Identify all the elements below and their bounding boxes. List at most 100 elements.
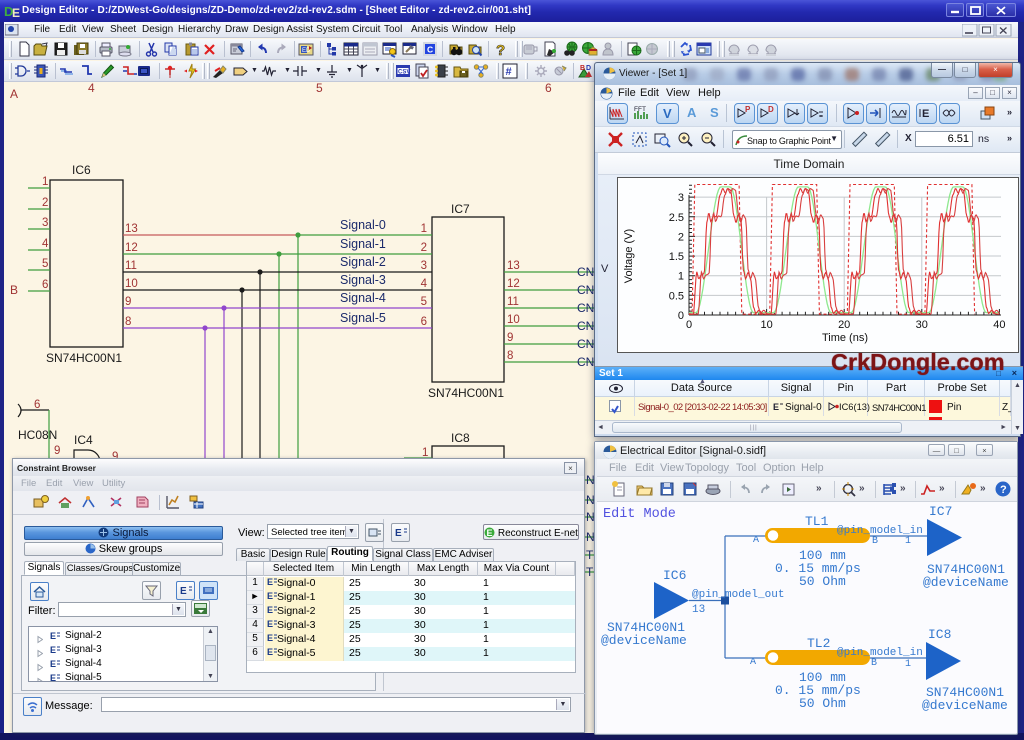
svg-text:5: 5 — [316, 82, 323, 95]
svg-text:3: 3 — [42, 217, 48, 229]
svg-text:0.5: 0.5 — [669, 290, 684, 302]
svg-text:D: D — [768, 105, 774, 114]
svg-text:T: T — [586, 548, 594, 562]
svg-text:B: B — [10, 283, 18, 297]
svg-text:@deviceName: @deviceName — [601, 633, 687, 648]
svg-text:20: 20 — [838, 319, 850, 331]
svg-text:TL2: TL2 — [807, 636, 830, 651]
svg-text:3: 3 — [421, 260, 427, 272]
svg-text:6: 6 — [34, 399, 40, 411]
svg-text:10: 10 — [760, 319, 772, 331]
svg-text:B: B — [871, 658, 877, 669]
svg-text:1: 1 — [42, 176, 48, 188]
svg-text:CSV: CSV — [398, 70, 410, 76]
svg-text:11: 11 — [125, 260, 137, 272]
svg-text:E: E — [50, 631, 56, 641]
svg-text:12: 12 — [125, 242, 138, 254]
svg-text:IC6: IC6 — [72, 163, 91, 177]
svg-text:6: 6 — [545, 82, 552, 95]
svg-text:E: E — [50, 659, 56, 669]
svg-text:IC7: IC7 — [451, 202, 470, 216]
svg-text:Voltage (V): Voltage (V) — [623, 229, 635, 283]
svg-text:D: D — [586, 65, 591, 72]
svg-text:E: E — [922, 108, 929, 120]
svg-text:?: ? — [496, 42, 505, 58]
svg-text:5: 5 — [42, 258, 48, 270]
svg-text:1: 1 — [678, 271, 684, 283]
svg-text:Signal-3: Signal-3 — [340, 273, 386, 287]
svg-text:Signal-5: Signal-5 — [340, 311, 386, 325]
svg-text:30: 30 — [916, 319, 928, 331]
svg-text:T: T — [586, 565, 594, 579]
svg-text:B: B — [580, 65, 585, 72]
svg-text:E: E — [267, 577, 273, 587]
svg-text:9: 9 — [54, 445, 60, 457]
svg-text:9: 9 — [125, 296, 131, 308]
svg-text:13: 13 — [507, 260, 520, 272]
svg-text:A: A — [10, 87, 18, 101]
svg-text:40: 40 — [993, 319, 1005, 331]
svg-text:8: 8 — [125, 316, 131, 328]
svg-text:1.5: 1.5 — [669, 251, 684, 263]
svg-text:IC8: IC8 — [928, 627, 951, 642]
svg-text:10: 10 — [507, 314, 520, 326]
svg-text:SN74HC00N1: SN74HC00N1 — [46, 351, 122, 365]
svg-text:FFT: FFT — [634, 106, 646, 113]
svg-text:0: 0 — [686, 319, 692, 331]
svg-text:@pin_model_in: @pin_model_in — [837, 647, 923, 659]
svg-text:1: 1 — [905, 536, 911, 547]
svg-text:E: E — [50, 645, 56, 655]
svg-text:11: 11 — [507, 296, 519, 308]
svg-text:?: ? — [1000, 484, 1007, 496]
svg-text:E: E — [267, 633, 273, 643]
svg-text:2.5: 2.5 — [669, 212, 684, 224]
svg-text:12: 12 — [507, 278, 520, 290]
svg-text:13: 13 — [125, 223, 138, 235]
svg-text:TL1: TL1 — [805, 514, 829, 529]
svg-text:@deviceName: @deviceName — [923, 575, 1009, 590]
svg-text:Signal-2: Signal-2 — [340, 255, 386, 269]
svg-text:0: 0 — [678, 310, 684, 322]
svg-text:IC4: IC4 — [74, 433, 93, 447]
svg-text:E: E — [395, 528, 402, 539]
svg-text:P: P — [745, 105, 751, 114]
svg-text:1: 1 — [905, 659, 911, 670]
svg-text:IC8: IC8 — [451, 431, 470, 445]
svg-text:E: E — [180, 586, 187, 597]
svg-text:A: A — [753, 535, 759, 546]
svg-text:E: E — [12, 6, 20, 19]
svg-text:5: 5 — [421, 296, 427, 308]
svg-text:E: E — [267, 591, 273, 601]
svg-text:E: E — [267, 619, 273, 629]
svg-text:Signal-1: Signal-1 — [340, 237, 386, 251]
svg-text:E: E — [267, 605, 273, 615]
svg-text:C: C — [427, 45, 433, 55]
svg-text:IC7: IC7 — [929, 504, 952, 519]
svg-text:E: E — [487, 528, 493, 538]
svg-text:8: 8 — [507, 350, 513, 362]
svg-text:Signal-0: Signal-0 — [340, 218, 386, 232]
svg-text:50 Ohm: 50 Ohm — [799, 696, 846, 711]
svg-text:B: B — [872, 536, 878, 547]
svg-text:@deviceName: @deviceName — [922, 698, 1008, 713]
svg-text:4: 4 — [42, 238, 49, 250]
svg-text:50 Ohm: 50 Ohm — [799, 574, 846, 589]
svg-text:10: 10 — [125, 278, 138, 290]
svg-text:E: E — [50, 673, 56, 682]
svg-text:IC6: IC6 — [663, 568, 686, 583]
svg-text:2: 2 — [42, 197, 48, 209]
svg-text:A: A — [750, 657, 756, 668]
svg-text:E: E — [267, 647, 273, 657]
svg-text:Edit Mode: Edit Mode — [603, 507, 676, 522]
svg-text:1: 1 — [421, 223, 427, 235]
svg-text:E: E — [773, 402, 779, 412]
svg-text:HC08N: HC08N — [18, 428, 57, 442]
svg-text:9: 9 — [507, 332, 513, 344]
svg-text:4: 4 — [421, 278, 428, 290]
svg-text:Signal-4: Signal-4 — [340, 291, 386, 305]
svg-text:@pin_model_out: @pin_model_out — [692, 589, 784, 601]
svg-text:4: 4 — [88, 82, 95, 95]
svg-text:13: 13 — [692, 604, 705, 616]
svg-text:6: 6 — [42, 279, 48, 291]
svg-text:#: # — [506, 66, 512, 78]
